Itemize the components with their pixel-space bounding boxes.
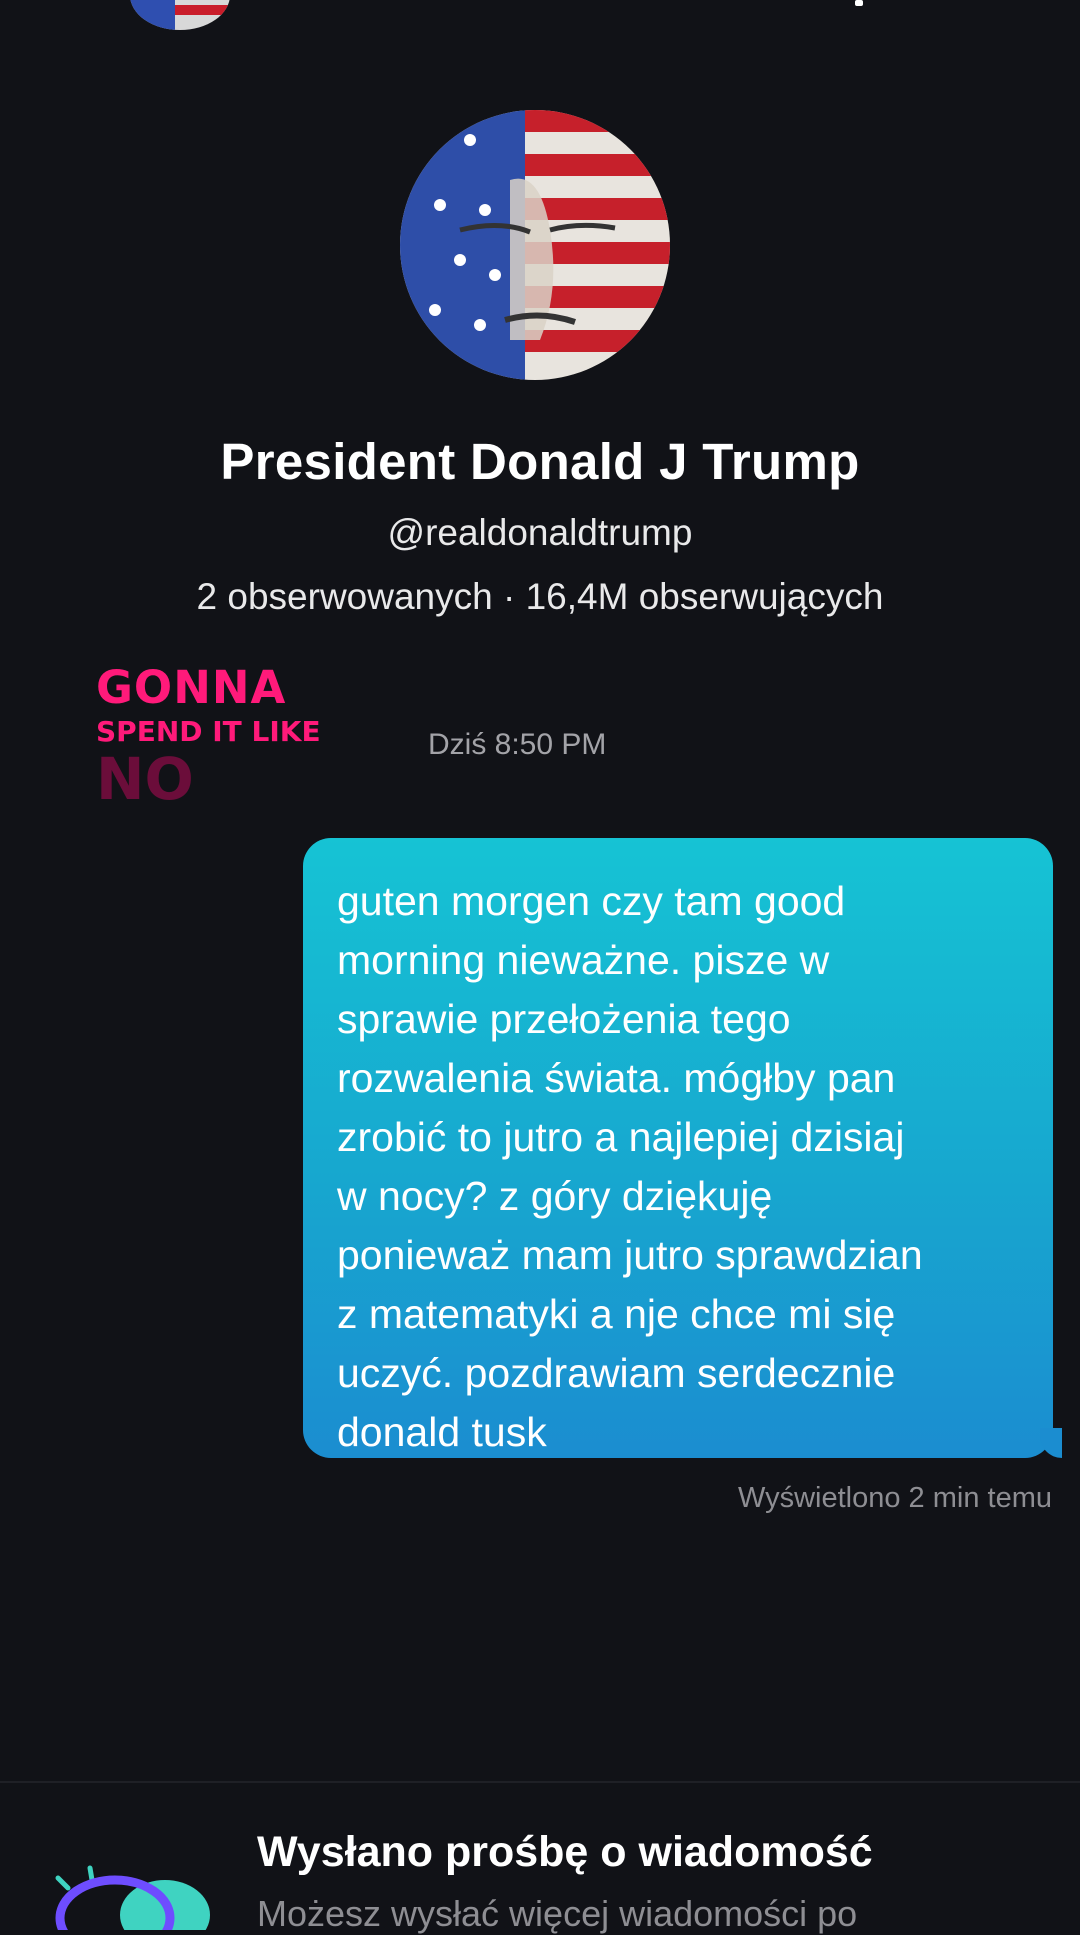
- header-menu-fragment[interactable]: [855, 0, 863, 6]
- message-bubble-tail: [1040, 1428, 1062, 1458]
- seen-status: Wyświetlono 2 min temu: [737, 1482, 1052, 1514]
- sticker-line-1: GONNA: [96, 661, 287, 714]
- profile-stats: 2 obserwowanych · 16,4M obserwujących: [196, 576, 884, 617]
- divider: [0, 1781, 1080, 1783]
- profile-name: President Donald J Trump: [220, 433, 860, 490]
- header-avatar[interactable]: [130, 0, 230, 30]
- profile-avatar[interactable]: [400, 110, 670, 380]
- sticker-line-2: SPEND IT LIKE: [96, 715, 321, 748]
- message-text: guten morgen czy tam good morning nieważ…: [337, 878, 923, 1455]
- profile-handle: @realdonaldtrump: [387, 512, 693, 553]
- message-timestamp: Dziś 8:50 PM: [428, 728, 607, 761]
- request-title: Wysłano prośbę o wiadomość: [257, 1828, 873, 1876]
- sticker[interactable]: GONNA SPEND IT LIKE NO: [96, 665, 336, 815]
- request-subtitle: Możesz wysłać więcej wiadomości po: [257, 1893, 858, 1934]
- sticker-line-3: NO: [96, 745, 194, 813]
- american-flag-face-avatar-icon: [400, 110, 670, 380]
- message-bubble[interactable]: guten morgen czy tam good morning nieważ…: [303, 838, 1053, 1458]
